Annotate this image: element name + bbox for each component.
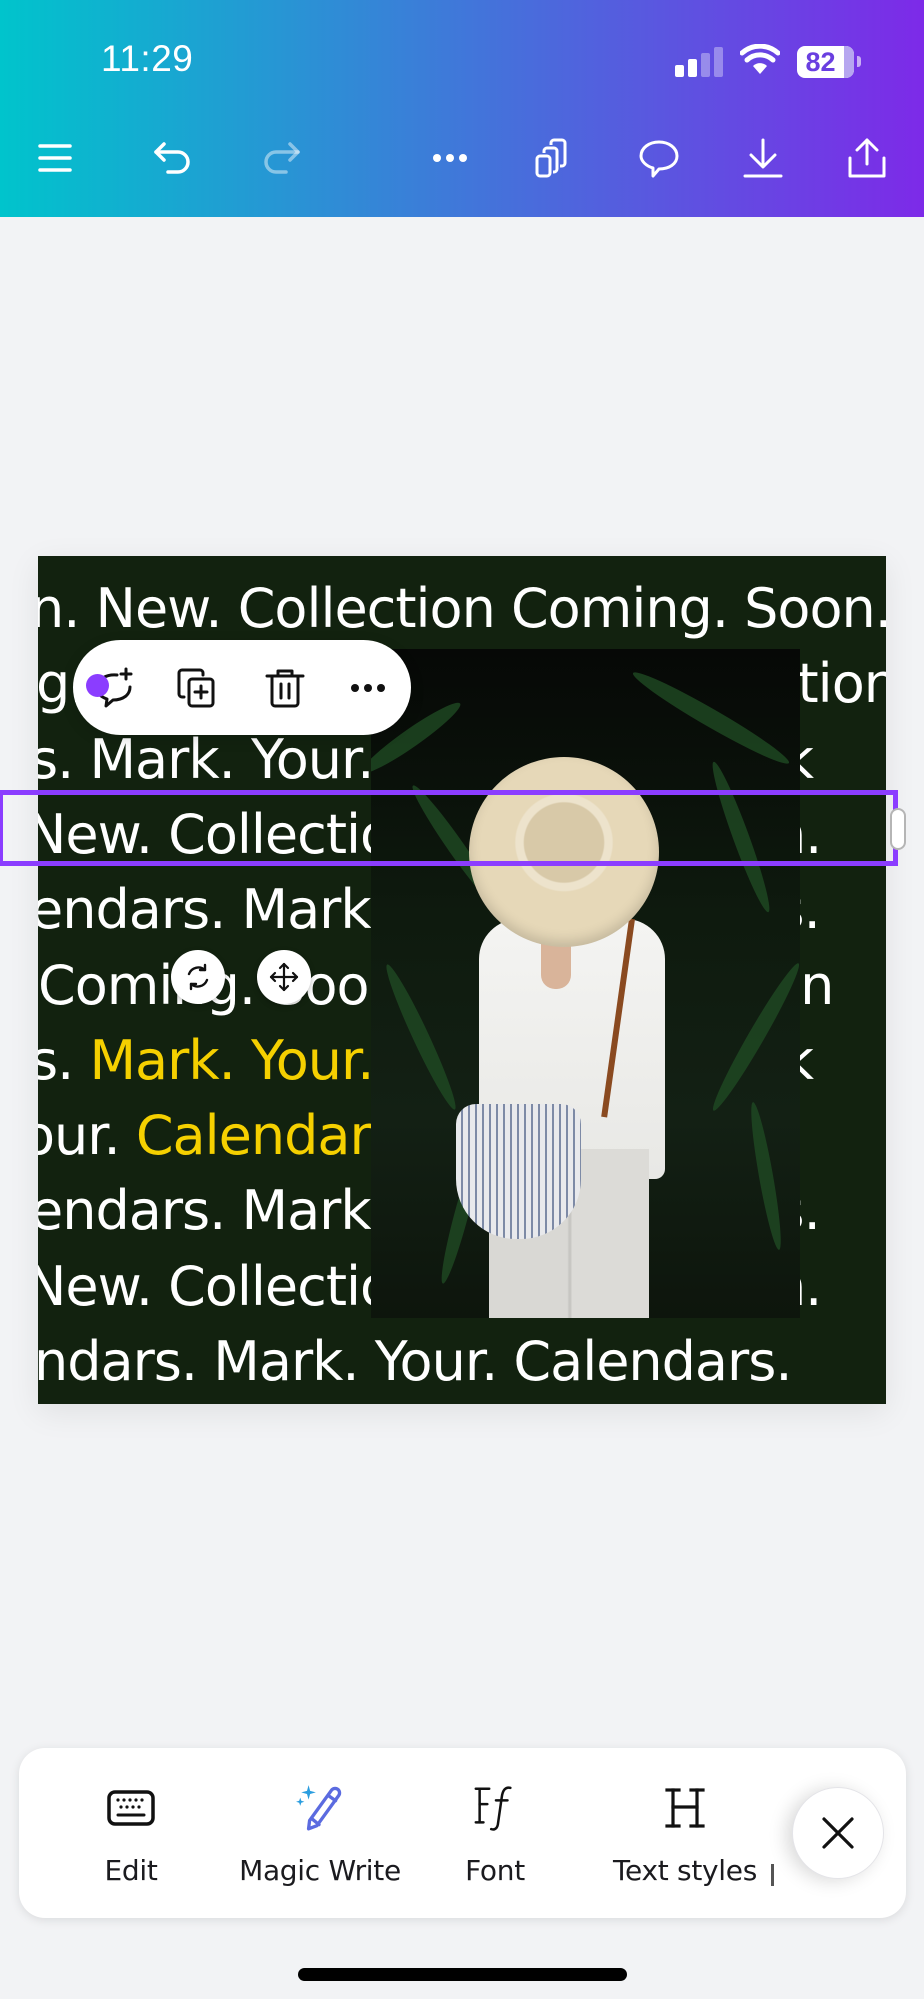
font-button[interactable]: Font [435, 1748, 555, 1918]
menu-button[interactable] [31, 133, 81, 183]
text-segment: our. [38, 1104, 121, 1168]
text-row[interactable]: n. New. Collection Coming. Soon. [38, 582, 886, 636]
share-icon [848, 138, 886, 178]
text-styles-icon [665, 1788, 705, 1828]
redo-icon [264, 142, 300, 174]
font-icon [474, 1786, 512, 1831]
download-icon [743, 138, 783, 178]
duplicate-button[interactable] [171, 662, 223, 714]
photo-woman-hat[interactable] [371, 649, 800, 1318]
signal-icon [675, 47, 723, 77]
wifi-icon [739, 43, 781, 76]
download-button[interactable] [738, 133, 788, 183]
battery-nub [857, 56, 861, 67]
text-segment: ndars. Mark. Your. Calendars. [38, 1330, 793, 1393]
element-floating-toolbar [73, 640, 411, 735]
magic-write-icon [296, 1785, 342, 1831]
text-styles-button[interactable]: Text styles [575, 1748, 795, 1918]
top-header: 11:29 82 [0, 0, 924, 217]
pages-button[interactable] [528, 133, 578, 183]
magic-write-button[interactable]: Magic Write [215, 1748, 425, 1918]
duplicate-icon [177, 668, 215, 708]
text-row[interactable]: ndars. Mark. Your. Calendars. [38, 1335, 793, 1389]
highlighted-text: Mark. Your. [89, 1028, 374, 1092]
undo-icon [154, 142, 190, 174]
text-segment: s. [38, 1028, 74, 1092]
home-indicator [298, 1968, 627, 1981]
text-styles-label: Text styles [613, 1854, 757, 1887]
pages-icon [535, 138, 567, 178]
battery-percent: 82 [805, 47, 836, 77]
more-icon [433, 154, 467, 162]
share-button[interactable] [842, 133, 892, 183]
collaborator-dot [86, 674, 109, 697]
comment-icon [639, 140, 679, 178]
keyboard-icon [107, 1790, 155, 1826]
resize-handle-right[interactable] [890, 808, 906, 850]
redo-button[interactable] [257, 133, 307, 183]
battery-icon: 82 [797, 46, 854, 78]
magic-write-label: Magic Write [239, 1854, 401, 1887]
close-icon [822, 1817, 854, 1849]
delete-icon [265, 669, 305, 708]
undo-button[interactable] [147, 133, 197, 183]
text-edit-toolbar: Edit Magic Write Font Text styles [19, 1748, 906, 1918]
more-options-icon [351, 684, 385, 692]
text-segment: n. New. Collection Coming. Soon. [38, 577, 886, 640]
next-toolbar-item-partial [771, 1864, 774, 1886]
comment-button[interactable] [634, 133, 684, 183]
status-time: 11:29 [101, 38, 194, 79]
more-button[interactable] [425, 133, 475, 183]
edit-label: Edit [104, 1854, 158, 1887]
more-options-button[interactable] [342, 662, 394, 714]
app-root: 11:29 82 n. New. Collection Coming. Soon… [0, 0, 924, 1999]
font-label: Font [465, 1854, 525, 1887]
close-toolbar-button[interactable] [792, 1787, 884, 1879]
menu-icon [38, 144, 72, 172]
edit-button[interactable]: Edit [63, 1748, 199, 1918]
rotate-handle[interactable] [171, 950, 225, 1004]
delete-button[interactable] [259, 662, 311, 714]
move-icon [269, 962, 299, 992]
move-handle[interactable] [257, 950, 311, 1004]
rotate-icon [187, 963, 209, 991]
